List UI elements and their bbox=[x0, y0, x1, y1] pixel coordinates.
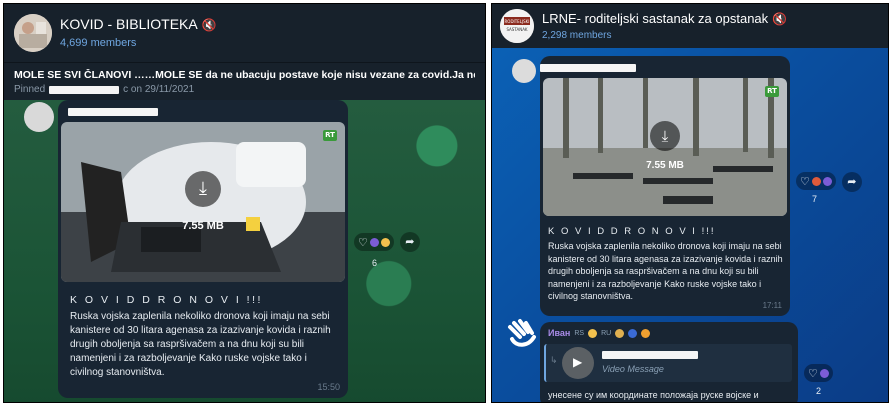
muted-icon: 🔇 bbox=[201, 18, 217, 32]
redacted-sender bbox=[540, 64, 636, 72]
redacted-name bbox=[602, 351, 698, 359]
sender-avatar-hand[interactable] bbox=[506, 317, 538, 349]
reaction-pill[interactable]: ♡ bbox=[354, 233, 394, 251]
channel-avatar[interactable]: RODITELJSKI SASTANAK bbox=[500, 9, 534, 43]
message-headline: K O V I D D R O N O V I !!! bbox=[548, 226, 716, 237]
svg-text:RODITELJSKI: RODITELJSKI bbox=[505, 19, 530, 24]
purple-heart-icon bbox=[822, 176, 832, 186]
file-size: 7.55 MB bbox=[646, 160, 684, 171]
message-time: 17:11 bbox=[762, 301, 782, 310]
sender-avatar[interactable] bbox=[24, 102, 54, 132]
flag-rs: RS bbox=[574, 329, 585, 337]
video-message-thumbnail[interactable]: ▶ bbox=[562, 347, 594, 379]
message-body: Ruska vojska zaplenila nekoliko dronova … bbox=[548, 241, 783, 301]
emoji-icon bbox=[811, 176, 821, 186]
reaction-count: 7 bbox=[812, 194, 818, 204]
channel-title: LRNE- roditeljski sastanak za opstanak 🔇 bbox=[542, 11, 788, 26]
muscle-emoji-icon bbox=[641, 328, 651, 338]
emoji-icon bbox=[588, 328, 598, 338]
reaction-count: 2 bbox=[816, 386, 822, 396]
pinned-text: MOLE SE SVI ČLANOVI ……MOLE SE da ne ubac… bbox=[14, 69, 475, 81]
video-message-label: Video Message bbox=[602, 364, 664, 374]
reply-text: унесене су им координате положаја руске … bbox=[548, 390, 759, 400]
download-icon[interactable]: ⤓ bbox=[185, 171, 221, 208]
share-icon[interactable]: ➦ bbox=[399, 232, 420, 252]
message-bubble[interactable]: RT ⤓ 7.55 MB K O V I D D R O N O V I !!!… bbox=[58, 100, 348, 398]
sender-avatar[interactable] bbox=[512, 59, 536, 83]
chat-header[interactable]: KOVID - BIBLIOTEKA 🔇 4,699 members bbox=[4, 4, 485, 62]
file-size: 7.55 MB bbox=[182, 220, 224, 232]
member-count: 4,699 members bbox=[60, 37, 137, 49]
pinned-label: Pinned bbox=[14, 84, 46, 95]
play-icon: ▶ bbox=[573, 355, 583, 369]
e-emoji-icon bbox=[628, 328, 638, 338]
pinned-date: c on 29/11/2021 bbox=[123, 84, 195, 95]
reaction-pill[interactable]: ♡ bbox=[804, 364, 833, 382]
rt-logo-icon: RT bbox=[765, 86, 779, 97]
sender-name[interactable]: Иван bbox=[548, 328, 570, 338]
left-chat-window: KOVID - BIBLIOTEKA 🔇 4,699 members MOLE S… bbox=[3, 3, 486, 403]
share-icon[interactable]: ➦ bbox=[841, 172, 862, 192]
heart-icon: ♡ bbox=[808, 366, 818, 380]
purple-heart-icon bbox=[819, 368, 829, 378]
redacted-name bbox=[49, 85, 120, 94]
reply-arrow-icon: ↳ bbox=[550, 356, 558, 366]
member-count: 2,298 members bbox=[542, 30, 612, 41]
message-time: 15:50 bbox=[317, 382, 340, 392]
message-bubble[interactable]: RT ⤓ 7.55 MB K O V I D D R O N O V I !!!… bbox=[540, 56, 790, 316]
redacted-sender bbox=[68, 108, 158, 116]
reaction-count: 6 bbox=[372, 258, 378, 268]
pinned-message-bar[interactable]: MOLE SE SVI ČLANOVI ……MOLE SE da ne ubac… bbox=[4, 62, 485, 100]
purple-heart-icon bbox=[369, 237, 379, 247]
muted-icon: 🔇 bbox=[772, 12, 788, 26]
download-icon[interactable]: ⤓ bbox=[650, 120, 680, 151]
right-chat-window: RODITELJSKI SASTANAK LRNE- roditeljski s… bbox=[491, 3, 889, 403]
channel-avatar[interactable] bbox=[14, 14, 52, 52]
chat-header[interactable]: RODITELJSKI SASTANAK LRNE- roditeljski s… bbox=[492, 4, 888, 48]
svg-text:SASTANAK: SASTANAK bbox=[506, 27, 527, 32]
message-headline: K O V I D D R O N O V I !!! bbox=[70, 294, 263, 306]
video-thumbnail[interactable]: RT ⤓ 7.55 MB bbox=[61, 122, 345, 282]
reply-message-bubble[interactable]: Иван RS RU ↳ ▶ Video Message унесене су … bbox=[540, 322, 798, 402]
flag-ru: RU bbox=[601, 329, 612, 337]
rt-logo-icon: RT bbox=[323, 130, 337, 141]
heart-icon: ♡ bbox=[358, 235, 368, 249]
reaction-pill[interactable]: ♡ bbox=[796, 172, 836, 190]
message-body: Ruska vojska zaplenila nekoliko dronova … bbox=[70, 311, 331, 378]
quoted-video-message[interactable]: ↳ ▶ Video Message bbox=[544, 344, 792, 382]
smile-emoji-icon bbox=[380, 237, 390, 247]
pray-emoji-icon bbox=[615, 328, 625, 338]
heart-icon: ♡ bbox=[800, 174, 810, 188]
channel-title: KOVID - BIBLIOTEKA 🔇 bbox=[60, 16, 217, 32]
video-thumbnail[interactable]: RT ⤓ 7.55 MB bbox=[543, 78, 787, 216]
